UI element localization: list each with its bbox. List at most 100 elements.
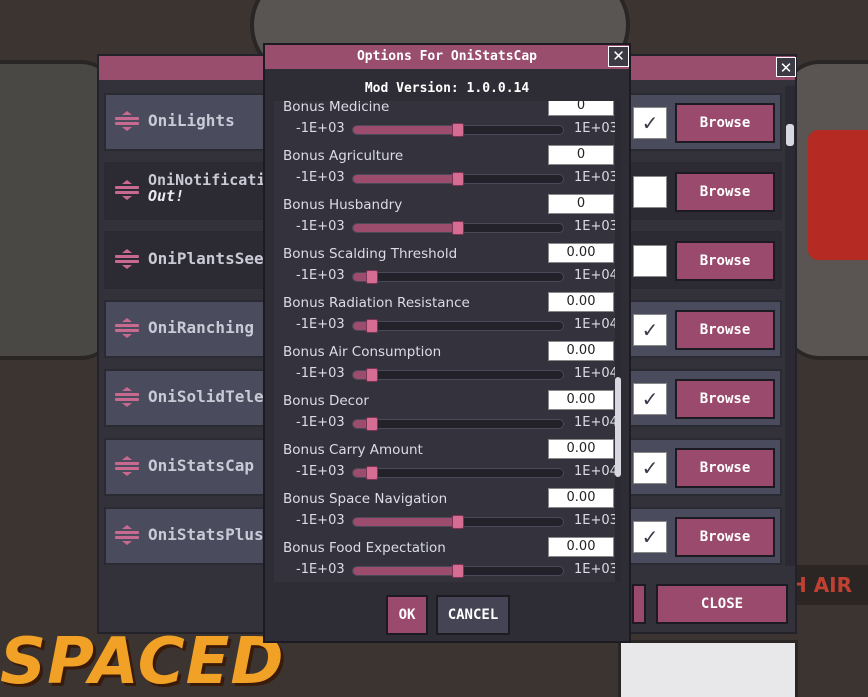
option-value-field[interactable]: 0 [548, 145, 614, 165]
enable-checkbox[interactable]: ✓ [633, 383, 667, 415]
slider-max-label: 1E+03 [574, 562, 618, 577]
option-slider[interactable] [352, 172, 564, 186]
slider-max-label: 1E+03 [574, 513, 618, 528]
option-row: Bonus Air Consumption 0.00 -1E+03 1E+04 [274, 340, 618, 389]
drag-handle-icon[interactable] [115, 249, 139, 271]
option-value-field[interactable]: 0.00 [548, 292, 614, 312]
slider-max-label: 1E+03 [574, 170, 618, 185]
slider-handle[interactable] [452, 172, 464, 186]
option-value-field[interactable]: 0 [548, 194, 614, 214]
mod-title: OniLights [148, 111, 235, 130]
drag-handle-icon[interactable] [115, 111, 139, 133]
browse-button[interactable]: Browse [675, 448, 775, 488]
drag-handle-icon[interactable] [115, 180, 139, 202]
options-scrollbar[interactable] [615, 101, 621, 582]
mod-title-text: OniStatsCap [148, 456, 254, 475]
option-slider[interactable] [352, 466, 564, 480]
option-label: Bonus Radiation Resistance [283, 295, 470, 311]
option-label: Bonus Carry Amount [283, 442, 423, 458]
slider-max-label: 1E+04 [574, 464, 618, 479]
option-value-field[interactable]: 0.00 [548, 488, 614, 508]
option-value-field[interactable]: 0.00 [548, 341, 614, 361]
slider-handle[interactable] [366, 466, 378, 480]
option-row: Bonus Radiation Resistance 0.00 -1E+03 1E+0… [274, 291, 618, 340]
option-row: Bonus Decor 0.00 -1E+03 1E+04 [274, 389, 618, 438]
option-label: Bonus Space Navigation [283, 491, 448, 507]
option-label: Bonus Air Consumption [283, 344, 442, 360]
option-row: Bonus Food Expectation 0.00 -1E+03 1E+03 [274, 536, 618, 582]
option-value-field[interactable]: 0.00 [548, 243, 614, 263]
slider-min-label: -1E+03 [296, 513, 345, 528]
option-label: Bonus Food Expectation [283, 540, 446, 556]
slider-handle[interactable] [366, 270, 378, 284]
mods-hidden-button[interactable] [632, 584, 646, 624]
enable-checkbox[interactable] [633, 245, 667, 277]
option-value-field[interactable]: 0.00 [548, 439, 614, 459]
browse-button[interactable]: Browse [675, 517, 775, 557]
slider-handle[interactable] [452, 515, 464, 529]
browse-button[interactable]: Browse [675, 379, 775, 419]
slider-handle[interactable] [366, 417, 378, 431]
slider-min-label: -1E+03 [296, 317, 345, 332]
option-value-field[interactable]: 0 [548, 101, 614, 116]
checkmark-icon: ✓ [641, 387, 659, 411]
option-slider[interactable] [352, 221, 564, 235]
drag-handle-icon[interactable] [115, 456, 139, 478]
option-row: Bonus Carry Amount 0.00 -1E+03 1E+04 [274, 438, 618, 487]
option-label: Bonus Agriculture [283, 148, 404, 164]
option-value-field[interactable]: 0.00 [548, 537, 614, 557]
browse-button[interactable]: Browse [675, 310, 775, 350]
option-slider[interactable] [352, 515, 564, 529]
option-slider[interactable] [352, 417, 564, 431]
mod-title: OniStatsCap [148, 456, 254, 475]
slider-handle[interactable] [366, 368, 378, 382]
spaced-out-logo: SPACED [0, 625, 285, 697]
ok-button[interactable]: OK [386, 595, 428, 635]
enable-checkbox[interactable]: ✓ [633, 314, 667, 346]
slider-min-label: -1E+03 [296, 415, 345, 430]
dialog-close-icon[interactable]: ✕ [608, 46, 629, 67]
option-label: Bonus Husbandry [283, 197, 403, 213]
slider-handle[interactable] [452, 564, 464, 578]
drag-handle-icon[interactable] [115, 318, 139, 340]
mod-title-text: OniLights [148, 111, 235, 130]
option-row: Bonus Agriculture 0 -1E+03 1E+03 [274, 144, 618, 193]
drag-handle-icon[interactable] [115, 525, 139, 547]
mods-close-icon[interactable]: ✕ [776, 57, 796, 77]
background-poster [618, 640, 798, 697]
mods-scroll-thumb[interactable] [786, 124, 794, 146]
option-slider[interactable] [352, 319, 564, 333]
slider-max-label: 1E+03 [574, 121, 618, 136]
browse-button[interactable]: Browse [675, 103, 775, 143]
enable-checkbox[interactable]: ✓ [633, 452, 667, 484]
option-slider[interactable] [352, 368, 564, 382]
option-slider[interactable] [352, 564, 564, 578]
close-button[interactable]: CLOSE [656, 584, 788, 624]
checkmark-icon: ✓ [641, 318, 659, 342]
option-slider[interactable] [352, 123, 564, 137]
slider-min-label: -1E+03 [296, 170, 345, 185]
mods-scrollbar[interactable] [785, 86, 795, 566]
slider-handle[interactable] [366, 319, 378, 333]
checkmark-icon: ✓ [641, 456, 659, 480]
option-value-field[interactable]: 0.00 [548, 390, 614, 410]
enable-checkbox[interactable] [633, 176, 667, 208]
option-slider[interactable] [352, 270, 564, 284]
option-label: Bonus Medicine [283, 101, 390, 115]
drag-handle-icon[interactable] [115, 387, 139, 409]
enable-checkbox[interactable]: ✓ [633, 521, 667, 553]
background-red-panel [808, 130, 868, 260]
slider-handle[interactable] [452, 221, 464, 235]
slider-min-label: -1E+03 [296, 366, 345, 381]
browse-button[interactable]: Browse [675, 241, 775, 281]
slider-handle[interactable] [452, 123, 464, 137]
mod-title: OniStatsPlus [148, 525, 264, 544]
browse-button[interactable]: Browse [675, 172, 775, 212]
options-scroll-thumb[interactable] [615, 377, 621, 477]
slider-max-label: 1E+04 [574, 366, 618, 381]
checkmark-icon: ✓ [641, 111, 659, 135]
cancel-button[interactable]: CANCEL [436, 595, 510, 635]
enable-checkbox[interactable]: ✓ [633, 107, 667, 139]
slider-fill [353, 224, 458, 232]
slider-max-label: 1E+03 [574, 219, 618, 234]
